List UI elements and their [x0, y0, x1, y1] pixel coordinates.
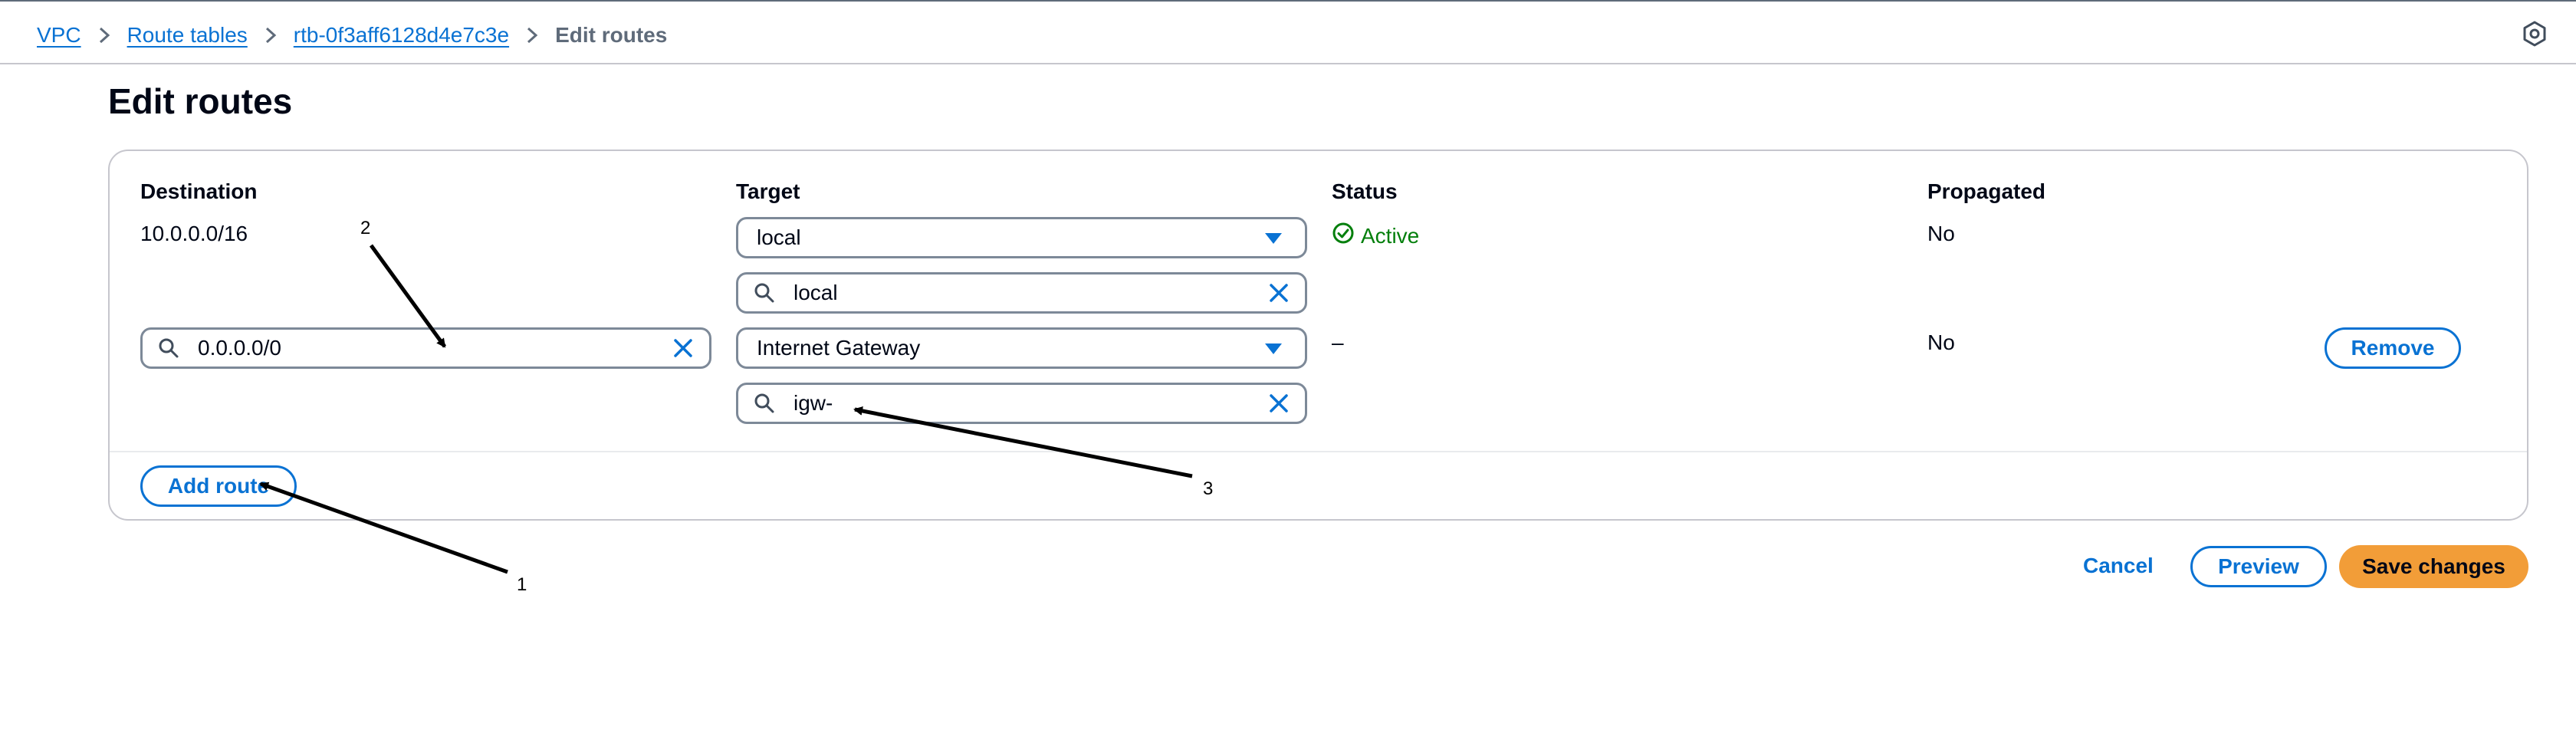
- target-search-input[interactable]: local: [736, 272, 1307, 314]
- caret-down-icon: [1265, 233, 1282, 244]
- route-destination: 10.0.0.0/16: [140, 222, 248, 245]
- search-icon: [754, 393, 775, 414]
- add-route-button[interactable]: Add route: [140, 465, 297, 507]
- caret-down-icon: [1265, 343, 1282, 354]
- hexagon-help-icon[interactable]: [2521, 20, 2548, 48]
- close-icon[interactable]: [1268, 282, 1290, 304]
- column-header-destination: Destination: [140, 179, 258, 203]
- search-icon: [158, 337, 179, 359]
- column-header-propagated: Propagated: [1927, 179, 2046, 203]
- breadcrumb-route-tables[interactable]: Route tables: [127, 23, 248, 48]
- target-select-value: Internet Gateway: [757, 336, 921, 360]
- breadcrumb: VPC Route tables rtb-0f3aff6128d4e7c3e E…: [37, 20, 667, 51]
- preview-button[interactable]: Preview: [2190, 546, 2327, 587]
- close-icon[interactable]: [672, 337, 694, 359]
- status-text: Active: [1361, 223, 1420, 248]
- target-select-value: local: [757, 225, 801, 249]
- target-search-value: igw-: [794, 391, 833, 415]
- column-header-target: Target: [736, 179, 800, 203]
- panel-divider: [110, 451, 2527, 452]
- propagated-value: No: [1927, 222, 1955, 245]
- close-icon[interactable]: [1268, 393, 1290, 414]
- chevron-right-icon: [89, 26, 120, 44]
- destination-input-value: 0.0.0.0/0: [198, 336, 281, 360]
- routes-panel: Destination Target Status Propagated 10.…: [108, 150, 2528, 521]
- status-badge: Active: [1332, 222, 1419, 250]
- remove-route-button[interactable]: Remove: [2325, 327, 2461, 369]
- chevron-right-icon: [255, 26, 286, 44]
- target-search-input[interactable]: igw-: [736, 383, 1307, 424]
- save-changes-button[interactable]: Save changes: [2339, 545, 2528, 588]
- check-circle-icon: [1332, 222, 1355, 250]
- target-search-value: local: [794, 281, 838, 304]
- propagated-value: No: [1927, 330, 1955, 354]
- chevron-right-icon: [517, 26, 547, 44]
- destination-input[interactable]: 0.0.0.0/0: [140, 327, 711, 369]
- status-text: –: [1332, 330, 1344, 354]
- breadcrumb-route-table-id[interactable]: rtb-0f3aff6128d4e7c3e: [294, 23, 509, 48]
- page-title: Edit routes: [108, 81, 293, 121]
- column-header-status: Status: [1332, 179, 1398, 203]
- target-select[interactable]: Internet Gateway: [736, 327, 1307, 369]
- search-icon: [754, 282, 775, 304]
- target-select[interactable]: local: [736, 217, 1307, 258]
- cancel-button[interactable]: Cancel: [2083, 554, 2154, 578]
- header-bar: VPC Route tables rtb-0f3aff6128d4e7c3e E…: [0, 2, 2576, 64]
- breadcrumb-vpc[interactable]: VPC: [37, 23, 81, 48]
- breadcrumb-current: Edit routes: [555, 23, 668, 47]
- annotation-label-1: 1: [517, 574, 527, 595]
